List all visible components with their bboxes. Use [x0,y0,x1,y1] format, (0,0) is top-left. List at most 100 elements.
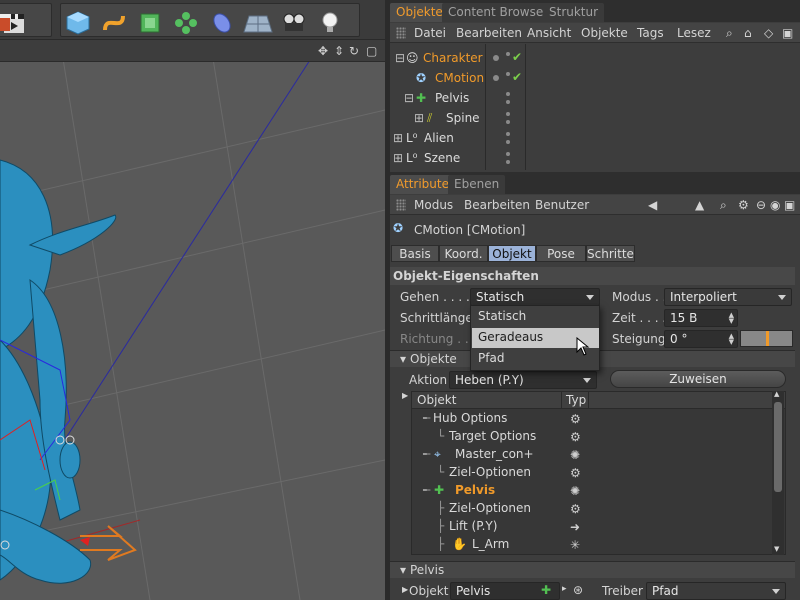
pick-target-icon[interactable]: ⊛ [573,583,583,597]
menu-tags[interactable]: Tags [637,26,664,40]
search-icon[interactable]: ⌕ [720,198,727,213]
settings-icon[interactable]: ⚙ [738,198,749,212]
render-dot[interactable] [506,52,510,56]
render-dot[interactable] [506,132,510,136]
treiber-select[interactable]: Pfad [646,582,786,600]
back-arrow-icon[interactable]: ◀ [648,198,657,212]
cube-button[interactable] [63,8,93,38]
menu-grip-icon[interactable] [396,199,406,211]
enabled-check-icon[interactable]: ✔ [512,50,522,64]
zoom-view-icon[interactable]: ⇕ [334,44,344,58]
expand-icon[interactable]: ⊞ [414,111,424,125]
visibility-dot[interactable] [493,55,499,61]
steigung-input[interactable]: 0 ° ▲ ▼ [664,330,738,348]
tab-objekt[interactable]: Objekt [488,245,536,262]
visibility-dot[interactable] [493,75,499,81]
tree-row[interactable]: ╾ ✚ Pelvis ✺ [412,482,772,500]
slider-handle[interactable] [766,331,769,346]
collapse-icon[interactable]: ⊟ [395,51,405,65]
expand-triangle-icon[interactable]: ▶ [402,391,408,400]
new-window-icon[interactable]: ▣ [782,26,793,40]
tab-objekte[interactable]: Objekte [390,3,449,22]
tree-row[interactable]: ├ ✋ L_Arm ✳ [412,536,772,554]
tree-row[interactable]: ╾ ⌖ Master_con+ ✺ [412,446,772,464]
object-row[interactable]: ✪ CMotion ✔ [390,68,800,88]
zuweisen-button[interactable]: Zuweisen [610,370,786,388]
deformer-button[interactable] [207,8,237,38]
objekt-link-field[interactable]: Pelvis ✚ [450,582,560,600]
floor-button[interactable] [243,8,273,38]
object-row[interactable]: ⊞ L⁰ Alien [390,128,800,148]
spinner-icon[interactable]: ▲ ▼ [729,333,734,346]
light-button[interactable] [315,8,345,38]
tab-basis[interactable]: Basis [391,245,439,262]
tab-pose[interactable]: Pose [536,245,586,262]
column-typ[interactable]: Typ [566,393,586,407]
enabled-check-icon[interactable]: ✔ [512,70,522,84]
tab-koord[interactable]: Koord. [439,245,488,262]
spinner-icon[interactable]: ▲ ▼ [729,312,734,325]
camera-button[interactable] [279,8,309,38]
menu-lesezeichen[interactable]: Lesez [677,26,711,40]
zeit-input[interactable]: 15 B ▲ ▼ [664,309,738,327]
object-row[interactable]: ⊟ ✚ Pelvis [390,88,800,108]
editor-dot[interactable] [506,100,510,104]
tab-struktur[interactable]: Struktur [543,3,605,22]
tab-content-browser[interactable]: Content Browser [442,3,555,22]
new-window-icon[interactable]: ▣ [784,198,795,212]
editor-dot[interactable] [506,120,510,124]
arrow-right-icon[interactable]: ▸ [562,584,567,594]
scroll-up-icon[interactable]: ▲ [774,390,779,398]
menu-benutzer[interactable]: Benutzer [535,198,589,212]
menu-bearbeiten[interactable]: Bearbeiten [464,198,530,212]
up-arrow-icon[interactable]: ▲ [695,198,704,212]
render-dot[interactable] [506,152,510,156]
editor-dot[interactable] [506,160,510,164]
editor-dot[interactable] [506,140,510,144]
rotate-view-icon[interactable]: ↻ [349,44,359,58]
gehen-select[interactable]: Statisch [470,288,600,306]
tree-scroll-thumb[interactable] [774,402,782,492]
dropdown-option-statisch[interactable]: Statisch [472,307,599,327]
tree-row[interactable]: ├ Lift (P.Y) ➜ [412,518,772,536]
tree-row[interactable]: └ Target Options ⚙ [412,428,772,446]
aktion-select[interactable]: Heben (P.Y) [449,371,597,389]
object-row[interactable]: ⊞ ⫽ Spine [390,108,800,128]
array-button[interactable] [171,8,201,38]
maximize-view-icon[interactable]: ▢ [366,44,377,58]
search-icon[interactable]: ⌕ [726,26,733,41]
home-icon[interactable]: ⌂ [744,26,752,40]
modus-select[interactable]: Interpoliert [664,288,792,306]
collapse-triangle-icon[interactable]: ▾ [400,563,406,577]
tab-schritte[interactable]: Schritte [586,245,635,262]
tree-row[interactable]: └ Ziel-Optionen ⚙ [412,464,772,482]
tab-attribute[interactable]: Attribute [390,175,455,194]
tab-ebenen[interactable]: Ebenen [448,175,506,194]
collapse-triangle-icon[interactable]: ▾ [400,352,406,366]
scroll-down-icon[interactable]: ▼ [774,545,779,553]
3d-viewport[interactable] [0,40,385,600]
render-dot[interactable] [506,112,510,116]
render-dot[interactable] [506,92,510,96]
nurbs-button[interactable] [135,8,165,38]
expand-icon[interactable]: ⊞ [393,151,403,165]
move-view-icon[interactable]: ✥ [318,44,328,58]
object-row[interactable]: ⊞ L⁰ Szene [390,148,800,168]
menu-grip-icon[interactable] [396,27,406,39]
menu-modus[interactable]: Modus [414,198,453,212]
lock-icon[interactable]: ⊖ [756,198,766,212]
render-view-button[interactable] [0,8,17,38]
expand-icon[interactable]: ⊞ [393,131,403,145]
column-objekt[interactable]: Objekt [417,393,456,407]
pelvis-section-header[interactable]: ▾ Pelvis [390,561,795,578]
tree-row[interactable]: ╾ Hub Options ⚙ [412,410,772,428]
history-icon[interactable]: ◉ [770,198,780,212]
menu-datei[interactable]: Datei [414,26,446,40]
tree-row[interactable]: ├ Ziel-Optionen ⚙ [412,500,772,518]
menu-objekte[interactable]: Objekte [581,26,628,40]
menu-bearbeiten[interactable]: Bearbeiten [456,26,522,40]
render-dot[interactable] [506,72,510,76]
view-icon[interactable]: ◇ [764,26,773,40]
expand-triangle-icon[interactable]: ▶ [402,585,408,594]
spline-button[interactable] [99,8,129,38]
